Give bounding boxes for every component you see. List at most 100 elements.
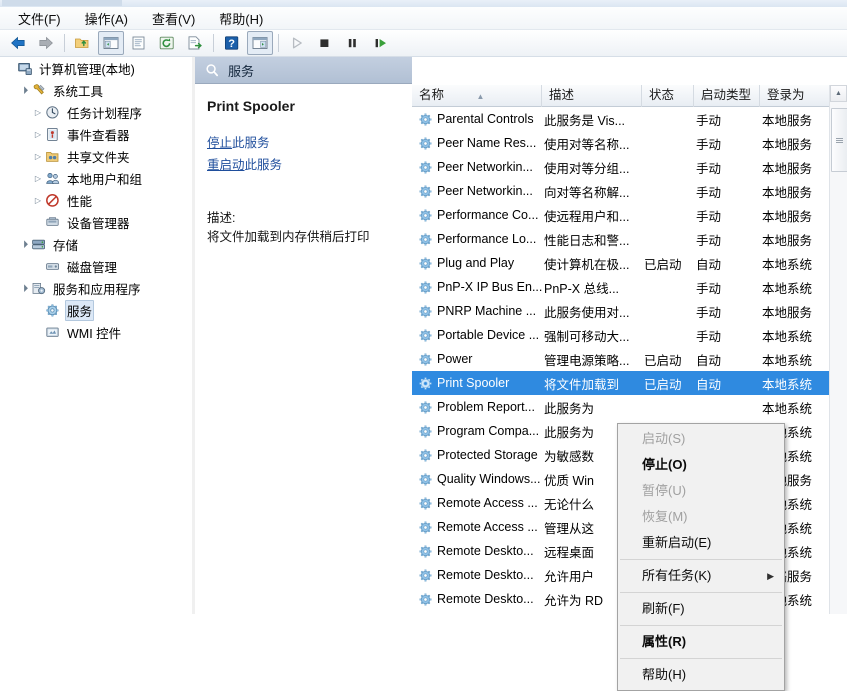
service-gear-icon [418, 136, 437, 151]
service-gear-icon [418, 400, 437, 415]
sidebar-item-disk-management[interactable]: 磁盘管理 [0, 255, 192, 277]
expander-expanded-icon[interactable]: ◢ [17, 83, 31, 97]
export-list-icon[interactable] [182, 31, 208, 55]
show-action-pane-icon[interactable] [247, 31, 273, 55]
sidebar-item-label: 设备管理器 [67, 216, 130, 231]
scrollbar-up-arrow-icon[interactable]: ▲ [830, 85, 847, 102]
service-name-text: Remote Access ... [437, 496, 538, 510]
sidebar-item-performance[interactable]: ▷ 性能 [0, 189, 192, 211]
cell-service-name: Portable Device ... [412, 328, 542, 343]
table-row[interactable]: Peer Networkin... 使用对等分组... 手动 本地服务 [412, 155, 830, 179]
context-menu-restart[interactable]: 重新启动(E) [618, 530, 784, 556]
column-header-name[interactable]: 名称 ▲ [412, 85, 542, 107]
back-icon[interactable] [5, 31, 31, 55]
table-row[interactable]: Parental Controls 此服务是 Vis... 手动 本地服务 [412, 107, 830, 131]
table-row[interactable]: Performance Co... 使远程用户和... 手动 本地服务 [412, 203, 830, 227]
link-rest-part: 此服务 [244, 158, 283, 172]
description-text: 将文件加载到内存供稍后打印 [207, 230, 370, 245]
sidebar-item-computer-management[interactable]: 计算机管理(本地) [0, 57, 192, 79]
expander-collapsed-icon[interactable]: ▷ [32, 152, 44, 161]
detail-pane-title: 服务 [228, 63, 255, 79]
detail-pane-body: Print Spooler 停止此服务 重启动此服务 描述: 将文件加载到内存供稍… [195, 84, 420, 248]
sidebar-item-label: 磁盘管理 [67, 260, 118, 275]
table-row[interactable]: Peer Networkin... 向对等名称解... 手动 本地服务 [412, 179, 830, 203]
help-icon[interactable]: ? [219, 31, 245, 55]
sidebar-item-local-users-groups[interactable]: ▷ 本地用户和组 [0, 167, 192, 189]
cell-description: 此服务为 [544, 401, 595, 416]
properties-icon[interactable] [126, 31, 152, 55]
forward-icon [33, 31, 59, 55]
table-row[interactable]: Performance Lo... 性能日志和警... 手动 本地服务 [412, 227, 830, 251]
expander-collapsed-icon[interactable]: ▷ [32, 130, 44, 139]
column-header-startup[interactable]: 启动类型 [694, 85, 760, 107]
restart-service-icon[interactable] [368, 31, 394, 55]
column-header-status[interactable]: 状态 [642, 85, 694, 107]
service-description-block: 描述: 将文件加载到内存供稍后打印 [207, 209, 408, 248]
service-gear-icon [418, 208, 437, 223]
stop-service-icon[interactable] [312, 31, 338, 55]
sidebar-item-shared-folders[interactable]: ▷ 共享文件夹 [0, 145, 192, 167]
table-row[interactable]: Plug and Play 使计算机在极... 已启动 自动 本地系统 [412, 251, 830, 275]
sidebar-item-system-tools[interactable]: ◢ 系统工具 [0, 79, 192, 101]
cell-startup-type: 手动 [696, 185, 722, 200]
show-console-tree-icon[interactable] [98, 31, 124, 55]
up-folder-icon[interactable] [70, 31, 96, 55]
menu-item-label: 重新启动(E) [642, 535, 712, 550]
table-row[interactable]: Problem Report... 此服务为 本地系统 [412, 395, 830, 419]
cell-logon-as: 本地服务 [762, 185, 813, 200]
menu-view[interactable]: 查看(V) [142, 7, 205, 30]
description-label: 描述: [207, 211, 236, 225]
cell-status: 已启动 [644, 353, 682, 368]
stop-service-link[interactable]: 停止此服务 [207, 132, 408, 151]
cell-service-name: Peer Networkin... [412, 160, 542, 175]
table-row[interactable]: PnP-X IP Bus En... PnP-X 总线... 手动 本地系统 [412, 275, 830, 299]
sidebar-item-services-apps[interactable]: ◢ 服务和应用程序 [0, 277, 192, 299]
expander-collapsed-icon[interactable]: ▷ [32, 108, 44, 117]
sidebar-item-event-viewer[interactable]: ▷ 事件查看器 [0, 123, 192, 145]
service-name-text: Remote Deskto... [437, 544, 534, 558]
expander-expanded-icon[interactable]: ◢ [17, 237, 31, 251]
menu-help[interactable]: 帮助(H) [209, 7, 273, 30]
context-menu-help[interactable]: 帮助(H) [618, 662, 784, 688]
sidebar-item-storage[interactable]: ◢ 存储 [0, 233, 192, 255]
expander-collapsed-icon[interactable]: ▷ [32, 196, 44, 205]
sidebar-item-task-scheduler[interactable]: ▷ 任务计划程序 [0, 101, 192, 123]
context-menu-stop[interactable]: 停止(O) [618, 452, 784, 478]
vertical-scrollbar[interactable]: ▲ [829, 85, 847, 614]
column-header-logon[interactable]: 登录为 [760, 85, 830, 107]
pause-service-icon[interactable] [340, 31, 366, 55]
sidebar-item-wmi-control[interactable]: WMI 控件 [0, 321, 192, 343]
refresh-icon[interactable] [154, 31, 180, 55]
menu-file[interactable]: 文件(F) [8, 7, 71, 30]
restart-service-link[interactable]: 重启动此服务 [207, 154, 408, 173]
menu-separator [620, 658, 782, 659]
cell-logon-as: 本地服务 [762, 137, 813, 152]
menu-action[interactable]: 操作(A) [75, 7, 138, 30]
sidebar-item-services[interactable]: 服务 [0, 299, 192, 321]
table-row[interactable]: Peer Name Res... 使用对等名称... 手动 本地服务 [412, 131, 830, 155]
service-name-text: Quality Windows... [437, 472, 541, 486]
cell-startup-type: 自动 [696, 257, 722, 272]
cell-service-name: PnP-X IP Bus En... [412, 280, 542, 295]
cell-logon-as: 本地系统 [762, 377, 813, 392]
users-icon [44, 170, 62, 186]
service-gear-icon [418, 184, 437, 199]
service-gear-icon [418, 328, 437, 343]
table-row[interactable]: PNRP Machine ... 此服务使用对... 手动 本地服务 [412, 299, 830, 323]
context-menu-refresh[interactable]: 刷新(F) [618, 596, 784, 622]
expander-expanded-icon[interactable]: ◢ [17, 281, 31, 295]
sidebar-item-label: 共享文件夹 [67, 150, 130, 165]
service-name-text: Problem Report... [437, 400, 535, 414]
sidebar-item-device-manager[interactable]: 设备管理器 [0, 211, 192, 233]
column-header-description[interactable]: 描述 [542, 85, 642, 107]
expander-collapsed-icon[interactable]: ▷ [32, 174, 44, 183]
context-menu-all-tasks[interactable]: 所有任务(K) ▶ [618, 563, 784, 589]
cell-logon-as: 本地系统 [762, 353, 813, 368]
service-gear-icon [418, 256, 437, 271]
table-row[interactable]: Power 管理电源策略... 已启动 自动 本地系统 [412, 347, 830, 371]
table-row[interactable]: Portable Device ... 强制可移动大... 手动 本地系统 [412, 323, 830, 347]
scrollbar-thumb[interactable] [831, 108, 847, 172]
table-row[interactable]: Print Spooler 将文件加载到 已启动 自动 本地系统 [412, 371, 830, 395]
cell-service-name: Plug and Play [412, 256, 542, 271]
context-menu-properties[interactable]: 属性(R) [618, 629, 784, 655]
